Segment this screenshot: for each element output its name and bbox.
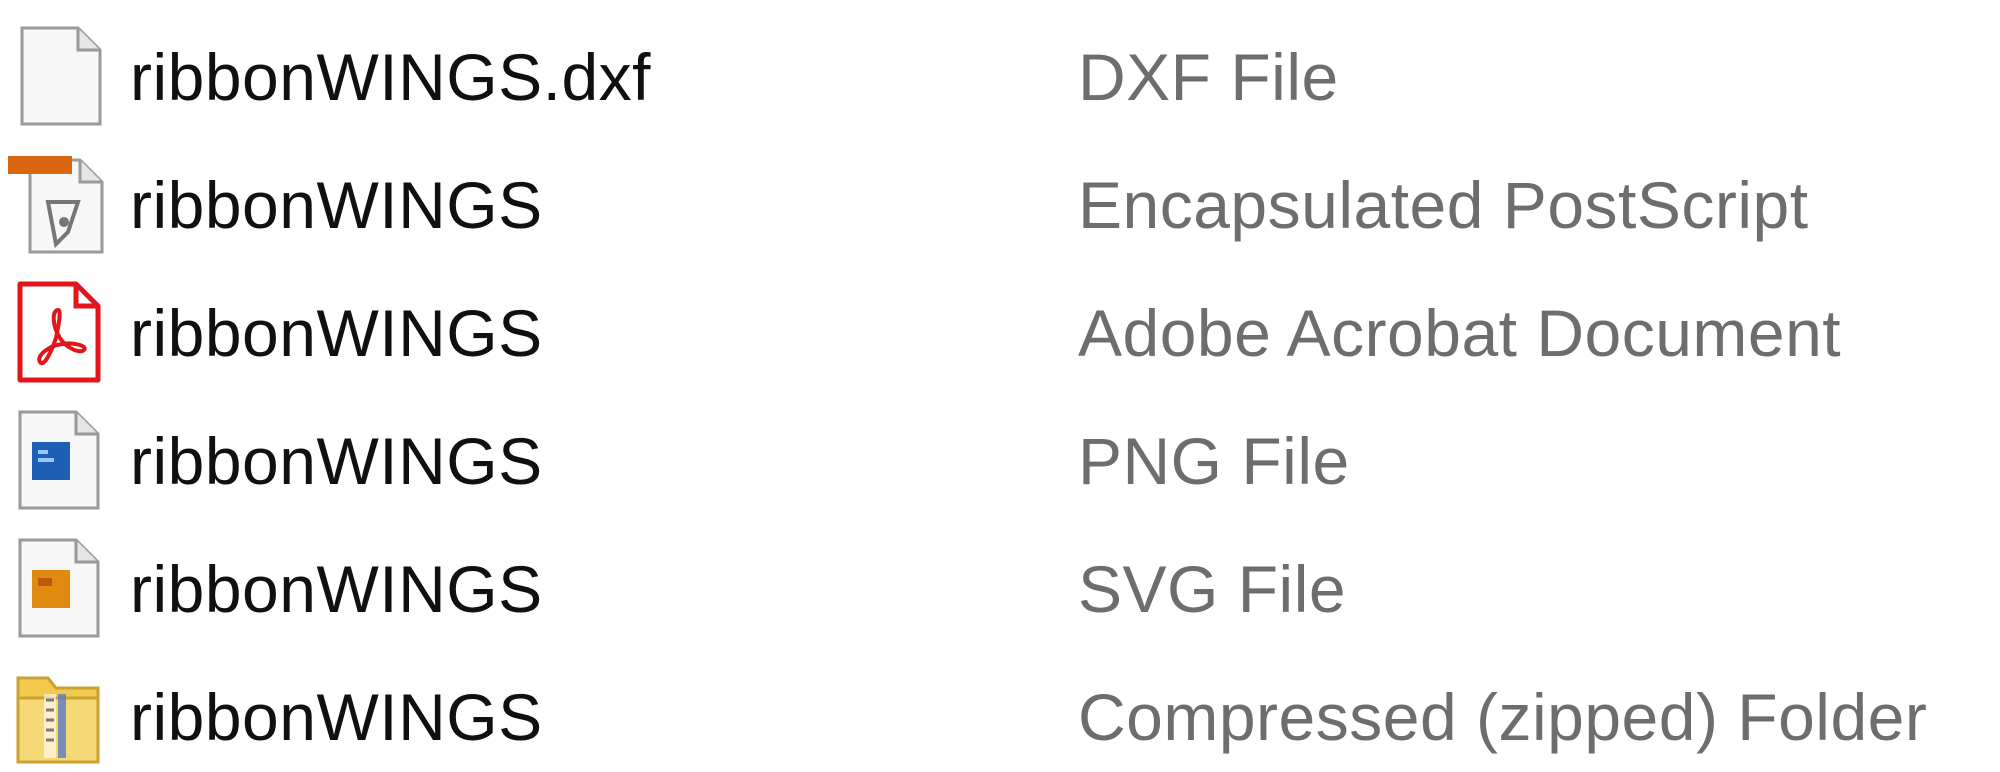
file-type: Encapsulated PostScript xyxy=(1078,168,1809,242)
file-name: ribbonWINGS xyxy=(130,424,543,498)
blank-document-icon xyxy=(8,24,108,128)
file-row[interactable]: ribbonWINGS Adobe Acrobat Document xyxy=(0,270,2000,396)
svg-image-icon xyxy=(8,536,108,640)
file-name: ribbonWINGS xyxy=(130,552,543,626)
file-type: SVG File xyxy=(1078,552,1347,626)
png-image-icon xyxy=(8,408,108,512)
file-name: ribbonWINGS.dxf xyxy=(130,40,651,114)
file-row[interactable]: ribbonWINGS SVG File xyxy=(0,526,2000,652)
file-name: ribbonWINGS xyxy=(130,296,543,370)
file-row[interactable]: ribbonWINGS PNG File xyxy=(0,398,2000,524)
pdf-icon xyxy=(8,280,108,384)
file-type: PNG File xyxy=(1078,424,1350,498)
zip-folder-icon xyxy=(8,664,108,768)
eps-document-icon xyxy=(8,152,108,256)
file-row[interactable]: ribbonWINGS Compressed (zipped) Folder xyxy=(0,654,2000,772)
file-name: ribbonWINGS xyxy=(130,168,543,242)
file-name: ribbonWINGS xyxy=(130,680,543,754)
file-row[interactable]: ribbonWINGS.dxf DXF File xyxy=(0,14,2000,140)
file-type: Compressed (zipped) Folder xyxy=(1078,680,1928,754)
file-type: Adobe Acrobat Document xyxy=(1078,296,1842,370)
file-list: ribbonWINGS.dxf DXF File ribbonWINGS Enc… xyxy=(0,0,2000,772)
file-row[interactable]: ribbonWINGS Encapsulated PostScript xyxy=(0,142,2000,268)
file-type: DXF File xyxy=(1078,40,1339,114)
